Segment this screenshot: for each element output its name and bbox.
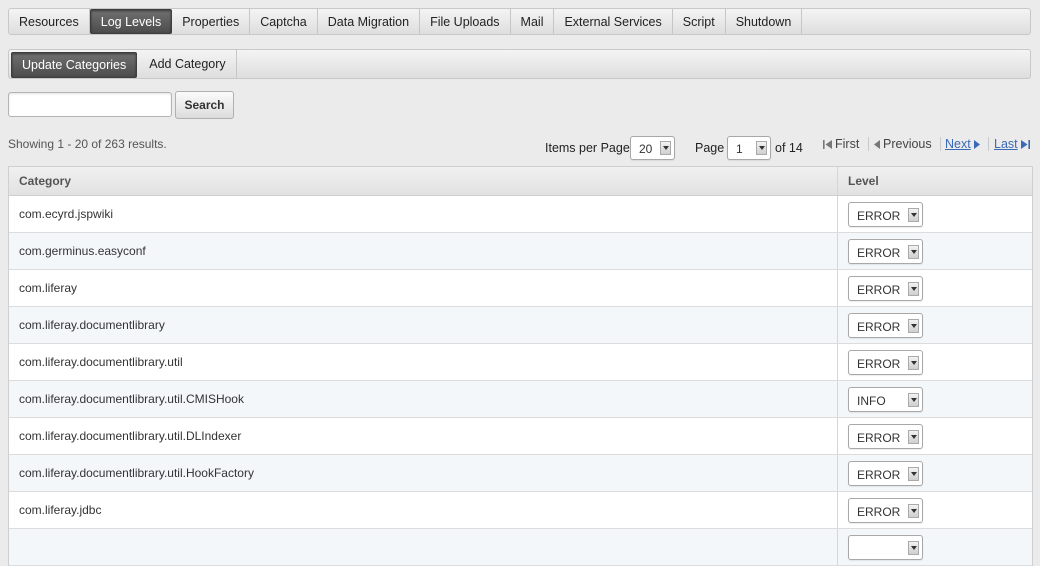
page-count: of 14 xyxy=(775,141,803,155)
table-row: com.germinus.easyconf ERROR xyxy=(9,233,1032,270)
tab-properties[interactable]: Properties xyxy=(172,9,251,34)
chevron-down-icon xyxy=(908,356,919,370)
category-name: com.liferay.documentlibrary.util.DLIndex… xyxy=(9,418,838,454)
page-label: Page xyxy=(695,141,725,155)
chevron-down-icon xyxy=(908,319,919,333)
tab-external-services[interactable]: External Services xyxy=(554,9,673,34)
level-select[interactable]: ERROR xyxy=(848,313,923,338)
search-input[interactable] xyxy=(8,92,172,117)
level-select[interactable]: ERROR xyxy=(848,461,923,486)
table-row: com.liferay.jdbc ERROR xyxy=(9,492,1032,529)
category-name xyxy=(9,529,838,565)
level-value: ERROR xyxy=(857,357,901,371)
chevron-down-icon xyxy=(756,141,767,155)
last-page-link[interactable]: Last xyxy=(994,137,1031,151)
category-name: com.liferay.documentlibrary xyxy=(9,307,838,343)
level-value: ERROR xyxy=(857,246,901,260)
last-page-label: Last xyxy=(994,137,1018,151)
previous-page-link[interactable]: Previous xyxy=(873,137,932,151)
pager-divider xyxy=(868,137,869,151)
first-page-label: First xyxy=(835,137,860,151)
level-select[interactable]: ERROR xyxy=(848,239,923,264)
level-value: ERROR xyxy=(857,505,901,519)
level-value: ERROR xyxy=(857,209,901,223)
last-page-icon xyxy=(1020,139,1031,150)
items-per-page-value: 20 xyxy=(639,142,653,156)
level-value: ERROR xyxy=(857,468,901,482)
table-row: com.ecyrd.jspwiki ERROR xyxy=(9,196,1032,233)
chevron-down-icon xyxy=(908,282,919,296)
category-name: com.germinus.easyconf xyxy=(9,233,838,269)
previous-page-icon xyxy=(873,139,881,150)
first-page-link[interactable]: First xyxy=(822,137,859,151)
level-value: ERROR xyxy=(857,320,901,334)
tab-file-uploads[interactable]: File Uploads xyxy=(420,9,511,34)
sub-tab-bar: Update Categories Add Category xyxy=(8,49,1031,79)
tab-captcha[interactable]: Captcha xyxy=(250,9,318,34)
page-value: 1 xyxy=(736,142,743,156)
tab-shutdown[interactable]: Shutdown xyxy=(726,9,803,34)
pager-divider xyxy=(988,137,989,151)
next-page-icon xyxy=(973,139,981,150)
tab-log-levels[interactable]: Log Levels xyxy=(89,9,173,34)
level-select[interactable]: ERROR xyxy=(848,498,923,523)
table-row: com.liferay ERROR xyxy=(9,270,1032,307)
level-select[interactable]: ERROR xyxy=(848,424,923,449)
results-summary: Showing 1 - 20 of 263 results. xyxy=(8,137,167,151)
table-row: com.liferay.documentlibrary ERROR xyxy=(9,307,1032,344)
chevron-down-icon xyxy=(660,141,671,155)
category-name: com.liferay xyxy=(9,270,838,306)
table-row: com.liferay.documentlibrary.util.DLIndex… xyxy=(9,418,1032,455)
table-header: Category Level xyxy=(9,167,1032,196)
level-select[interactable]: ERROR xyxy=(848,202,923,227)
page-select[interactable]: 1 xyxy=(727,136,771,160)
search-button[interactable]: Search xyxy=(175,91,234,119)
log-levels-table: Category Level com.ecyrd.jspwiki ERROR c… xyxy=(8,166,1033,566)
tab-add-category[interactable]: Add Category xyxy=(139,50,237,78)
category-name: com.liferay.jdbc xyxy=(9,492,838,528)
level-value: INFO xyxy=(857,394,886,408)
table-row: com.liferay.documentlibrary.util.CMISHoo… xyxy=(9,381,1032,418)
level-column-header[interactable]: Level xyxy=(838,167,1032,195)
tab-resources[interactable]: Resources xyxy=(9,9,90,34)
category-name: com.liferay.documentlibrary.util xyxy=(9,344,838,380)
chevron-down-icon xyxy=(908,541,919,555)
level-select[interactable] xyxy=(848,535,923,560)
table-row: com.liferay.documentlibrary.util.HookFac… xyxy=(9,455,1032,492)
chevron-down-icon xyxy=(908,393,919,407)
pager-divider xyxy=(940,137,941,151)
level-select[interactable]: ERROR xyxy=(848,350,923,375)
chevron-down-icon xyxy=(908,245,919,259)
first-page-icon xyxy=(822,139,833,150)
table-row xyxy=(9,529,1032,566)
items-per-page-select[interactable]: 20 xyxy=(630,136,675,160)
top-tab-bar: Resources Log Levels Properties Captcha … xyxy=(8,8,1031,35)
table-row: com.liferay.documentlibrary.util ERROR xyxy=(9,344,1032,381)
chevron-down-icon xyxy=(908,467,919,481)
tab-mail[interactable]: Mail xyxy=(511,9,555,34)
level-value: ERROR xyxy=(857,431,901,445)
chevron-down-icon xyxy=(908,430,919,444)
next-page-link[interactable]: Next xyxy=(945,137,981,151)
category-name: com.liferay.documentlibrary.util.HookFac… xyxy=(9,455,838,491)
chevron-down-icon xyxy=(908,504,919,518)
category-column-header[interactable]: Category xyxy=(9,167,838,195)
previous-page-label: Previous xyxy=(883,137,932,151)
level-select[interactable]: ERROR xyxy=(848,276,923,301)
level-select[interactable]: INFO xyxy=(848,387,923,412)
tab-data-migration[interactable]: Data Migration xyxy=(318,9,421,34)
category-name: com.ecyrd.jspwiki xyxy=(9,196,838,232)
category-name: com.liferay.documentlibrary.util.CMISHoo… xyxy=(9,381,838,417)
tab-update-categories[interactable]: Update Categories xyxy=(11,52,138,78)
level-value: ERROR xyxy=(857,283,901,297)
chevron-down-icon xyxy=(908,208,919,222)
items-per-page-label: Items per Page xyxy=(545,141,630,155)
next-page-label: Next xyxy=(945,137,971,151)
table-body: com.ecyrd.jspwiki ERROR com.germinus.eas… xyxy=(9,196,1032,566)
tab-script[interactable]: Script xyxy=(673,9,726,34)
